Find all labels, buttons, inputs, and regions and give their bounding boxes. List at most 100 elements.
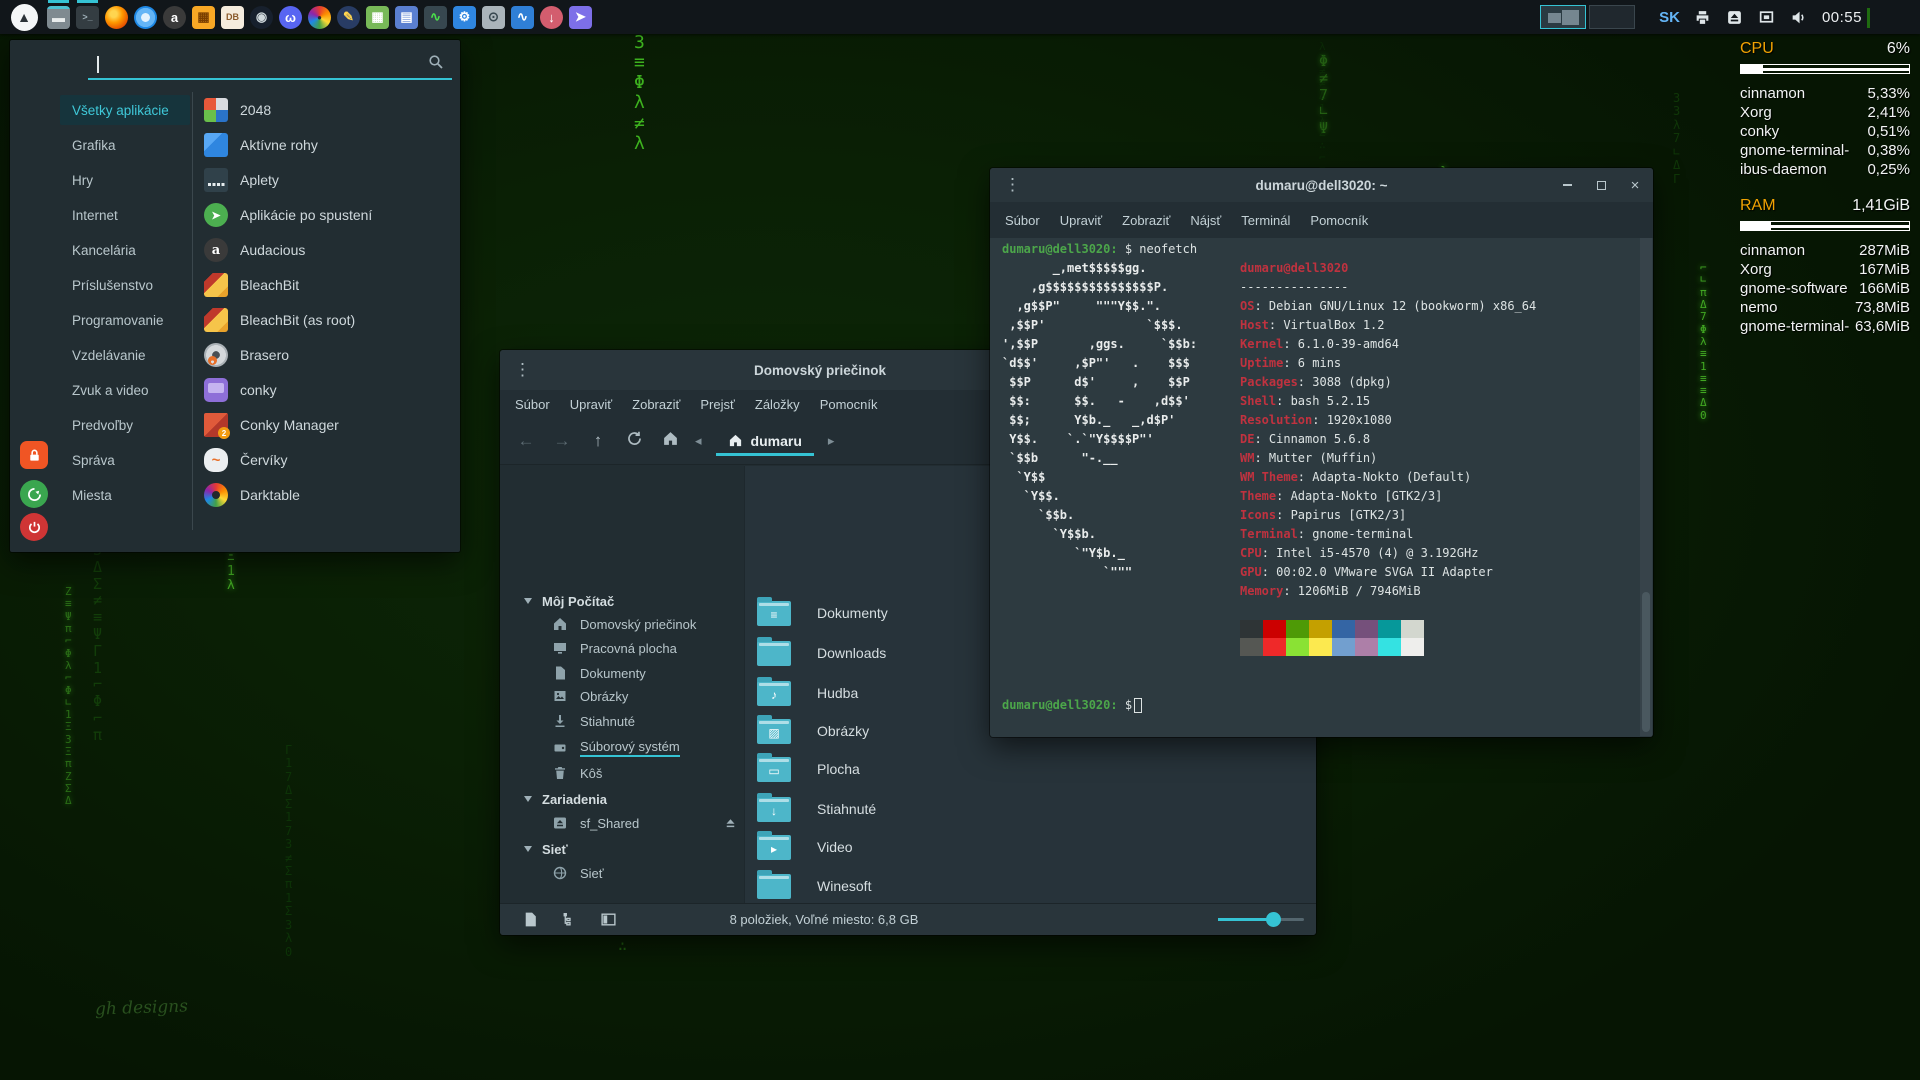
category-miesta[interactable]: Miesta — [60, 480, 190, 510]
app-item-2048[interactable]: 2048 — [204, 95, 452, 125]
app-item-bleachbit[interactable]: BleachBit — [204, 270, 452, 300]
breadcrumb-home-button[interactable]: dumaru — [716, 427, 814, 456]
category-internet[interactable]: Internet — [60, 200, 190, 230]
category-hry[interactable]: Hry — [60, 165, 190, 195]
logout-button[interactable] — [20, 480, 48, 508]
launcher-discord[interactable]: ω — [276, 0, 305, 34]
removable-media-icon[interactable] — [1726, 8, 1744, 26]
menu-prejs[interactable]: Prejsť — [692, 393, 743, 416]
category-pr-slu-enstvo[interactable]: Príslušenstvo — [60, 270, 190, 300]
menu-sbor[interactable]: Súbor — [997, 209, 1048, 232]
sidebar-section-m-j-po-ta-[interactable]: Môj Počítač — [500, 589, 738, 613]
eject-icon[interactable] — [723, 816, 738, 831]
launcher-menu[interactable]: ▲ — [4, 0, 44, 34]
folder-row-plocha[interactable]: ▭Plocha — [753, 751, 1308, 787]
sidebar-item-obr-zky[interactable]: Obrázky — [500, 684, 738, 708]
network-icon[interactable] — [1758, 8, 1776, 26]
category-grafika[interactable]: Grafika — [60, 130, 190, 160]
menu-sbor[interactable]: Súbor — [507, 393, 558, 416]
launcher-audacious[interactable]: a — [160, 0, 189, 34]
maximize-button[interactable] — [1591, 175, 1611, 195]
category-programovanie[interactable]: Programovanie — [60, 305, 190, 335]
section-collapse-icon[interactable] — [524, 846, 532, 852]
printer-icon[interactable] — [1694, 8, 1712, 26]
breadcrumb-right-chevron-icon[interactable]: ▸ — [828, 433, 835, 449]
launcher-chromium[interactable] — [131, 0, 160, 34]
section-collapse-icon[interactable] — [524, 598, 532, 604]
workspace-2[interactable] — [1589, 5, 1635, 29]
window-menu-icon[interactable]: ⋮ — [500, 360, 545, 380]
workspace-switcher[interactable] — [1540, 5, 1635, 29]
back-button[interactable]: ← — [515, 431, 537, 451]
app-item-darktable[interactable]: Darktable — [204, 480, 452, 510]
keyboard-layout-indicator[interactable]: SK — [1659, 9, 1680, 26]
launcher-settings-app[interactable]: ⚙ — [450, 0, 479, 34]
category-predvo-by[interactable]: Predvoľby — [60, 410, 190, 440]
app-item-worms[interactable]: ~Červíky — [204, 445, 452, 475]
volume-icon[interactable] — [1790, 8, 1808, 26]
sidebar-item-sf-shared[interactable]: sf_Shared — [500, 811, 738, 835]
menu-pomocnk[interactable]: Pomocník — [812, 393, 886, 416]
menu-pomocnk[interactable]: Pomocník — [1302, 209, 1376, 232]
app-item-startup[interactable]: ➤Aplikácie po spustení — [204, 200, 452, 230]
sidebar-item-k-[interactable]: Kôš — [500, 761, 738, 785]
lock-screen-button[interactable] — [20, 441, 48, 469]
forward-button[interactable]: → — [551, 431, 573, 451]
launcher-libreoffice-writer[interactable]: ▤ — [392, 0, 421, 34]
app-item-brasero[interactable]: Brasero — [204, 340, 452, 370]
launcher-files[interactable]: ▬ — [44, 0, 73, 34]
menu-zloky[interactable]: Záložky — [747, 393, 808, 416]
menu-terminl[interactable]: Terminál — [1233, 209, 1298, 232]
launcher-paint-app[interactable]: ✎ — [334, 0, 363, 34]
menu-zobrazi[interactable]: Zobraziť — [1114, 209, 1178, 232]
category-v-etky-aplik-cie[interactable]: Všetky aplikácie — [60, 95, 190, 125]
refresh-button[interactable] — [623, 430, 645, 452]
launcher-firefox[interactable] — [102, 0, 131, 34]
launcher-downloader-app[interactable]: ↓ — [537, 0, 566, 34]
launcher-terminal[interactable]: >_ — [73, 0, 102, 34]
menu-upravi[interactable]: Upraviť — [1052, 209, 1110, 232]
sidebar-item-domovsk-prie-inok[interactable]: Domovský priečinok — [500, 612, 738, 636]
close-button[interactable]: × — [1625, 175, 1645, 195]
window-menu-icon[interactable]: ⋮ — [990, 175, 1035, 195]
terminal-content[interactable]: dumaru@dell3020: $ neofetch _,met$$$$$gg… — [990, 238, 1653, 737]
sidebar-item-stiahnut-[interactable]: Stiahnuté — [500, 709, 738, 733]
search-input[interactable] — [88, 50, 452, 80]
sidebar-section-sie-[interactable]: Sieť — [500, 837, 738, 861]
menu-zobrazi[interactable]: Zobraziť — [624, 393, 688, 416]
app-item-corners[interactable]: Aktívne rohy — [204, 130, 452, 160]
clock[interactable]: 00:55 — [1822, 9, 1862, 26]
category-spr-va[interactable]: Správa — [60, 445, 190, 475]
app-item-applets[interactable]: Aplety — [204, 165, 452, 195]
app-item-conky-manager[interactable]: Conky Manager — [204, 410, 452, 440]
launcher-disks-app[interactable]: ⊙ — [479, 0, 508, 34]
zoom-slider[interactable] — [1218, 918, 1304, 921]
category-kancel-ria[interactable]: Kancelária — [60, 235, 190, 265]
launcher-steam[interactable]: ◉ — [247, 0, 276, 34]
sidebar-item-dokumenty[interactable]: Dokumenty — [500, 661, 738, 685]
power-button[interactable] — [20, 513, 48, 541]
category-vzdel-vanie[interactable]: Vzdelávanie — [60, 340, 190, 370]
folder-row-video[interactable]: ▸Video — [753, 829, 1308, 865]
minimize-button[interactable] — [1557, 175, 1577, 195]
launcher-calculator[interactable]: ▦ — [189, 0, 218, 34]
section-collapse-icon[interactable] — [524, 796, 532, 802]
home-button[interactable] — [659, 430, 681, 452]
launcher-darktable[interactable]: ● — [305, 0, 334, 34]
folder-row-stiahnuté[interactable]: ↓Stiahnuté — [753, 791, 1308, 827]
zoom-slider-knob[interactable] — [1266, 912, 1281, 927]
sidebar-item-sie-[interactable]: Sieť — [500, 861, 738, 885]
app-item-conky[interactable]: conky — [204, 375, 452, 405]
launcher-system-monitor[interactable]: ∿ — [421, 0, 450, 34]
menu-njs[interactable]: Nájsť — [1182, 209, 1229, 232]
sidebar-item-s-borov-syst-m[interactable]: Súborový systém — [500, 736, 738, 760]
workspace-1[interactable] — [1540, 5, 1586, 29]
launcher-libreoffice-calc[interactable]: ▦ — [363, 0, 392, 34]
app-item-bleachbit-root[interactable]: BleachBit (as root) — [204, 305, 452, 335]
sidebar-item-pracovn-plocha[interactable]: Pracovná plocha — [500, 636, 738, 660]
up-button[interactable]: ↑ — [587, 431, 609, 451]
breadcrumb-left-chevron-icon[interactable]: ◂ — [695, 433, 702, 449]
menu-upravi[interactable]: Upraviť — [562, 393, 620, 416]
launcher-remote-viewer[interactable]: ➤ — [566, 0, 595, 34]
category-zvuk-a-video[interactable]: Zvuk a video — [60, 375, 190, 405]
